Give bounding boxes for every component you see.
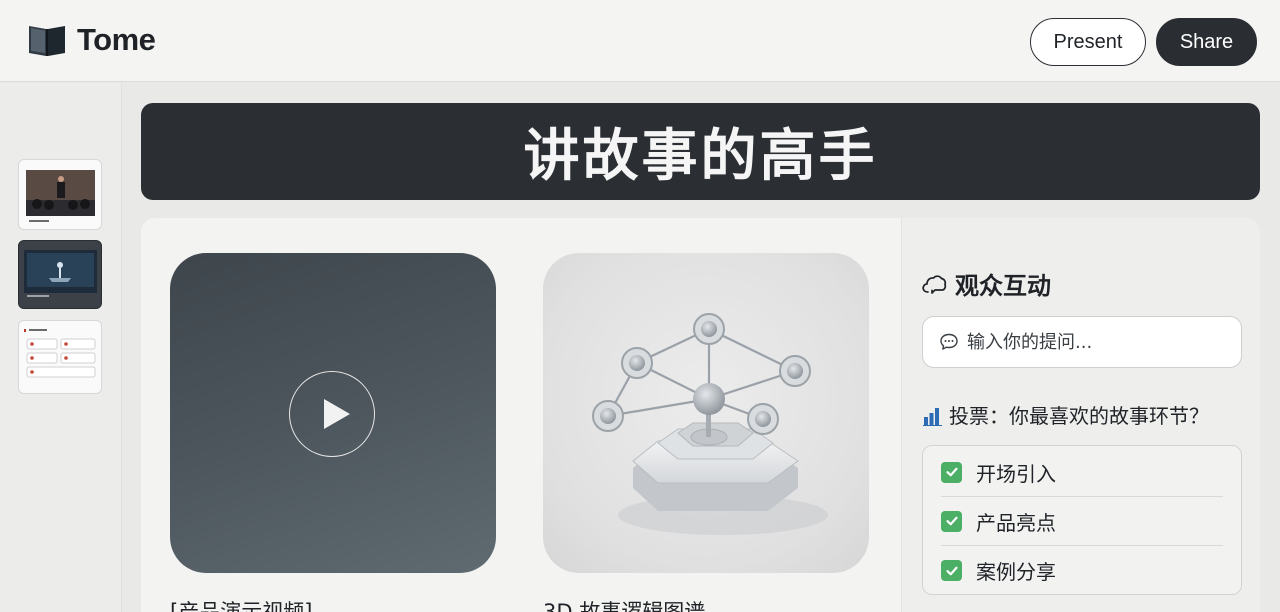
poll-option-3[interactable]: 案例分享 (941, 546, 1223, 595)
slide-thumbnail-3[interactable] (18, 320, 102, 394)
product-demo-video[interactable] (170, 253, 496, 573)
checkbox-checked-icon[interactable] (941, 560, 962, 581)
poll-option-1[interactable]: 开场引入 (941, 448, 1223, 497)
play-icon (324, 399, 350, 429)
chat-bubble-icon (940, 333, 958, 350)
story-logic-3d-graph[interactable] (543, 253, 869, 573)
bar-chart-icon (923, 407, 942, 426)
poll-options: 开场引入 产品亮点 案例分享 (922, 445, 1242, 595)
share-button[interactable]: Share (1156, 18, 1257, 66)
slide-thumbnail-rail[interactable] (0, 83, 122, 612)
stage-presentation-icon (24, 250, 97, 297)
play-button[interactable] (289, 371, 375, 457)
checkbox-checked-icon[interactable] (941, 461, 962, 483)
slide-content: [产品演示视频] 3D 故事逻辑图谱 观众互动 输入你的提问... 投票：你最喜… (141, 218, 1260, 612)
audience-interaction-panel: 观众互动 投票：你最喜欢的故事环节？ (901, 218, 1260, 612)
poll-option-label: 案例分享 (976, 560, 1056, 584)
poll-header: 投票：你最喜欢的故事环节？ (923, 400, 1209, 429)
interaction-header: 观众互动 (921, 266, 1051, 301)
question-input-box[interactable] (922, 316, 1242, 368)
brand[interactable]: Tome (27, 22, 156, 58)
cloud-icon (922, 274, 947, 294)
open-book-icon (29, 26, 65, 56)
slide-thumbnail-2[interactable] (18, 240, 102, 309)
speaker-stage-icon (26, 170, 95, 222)
checkbox-checked-icon[interactable] (941, 510, 962, 532)
top-bar: Tome Present Share (0, 0, 1280, 82)
interaction-title: 观众互动 (955, 272, 1051, 300)
poll-layout-icon (24, 329, 96, 378)
video-caption: [产品演示视频] (170, 600, 313, 612)
poll-option-label: 开场引入 (976, 461, 1056, 486)
slide-title: 讲故事的高手 (523, 124, 878, 189)
poll-option-label: 产品亮点 (976, 510, 1056, 535)
slide-title-banner: 讲故事的高手 (141, 103, 1260, 200)
present-button[interactable]: Present (1030, 18, 1146, 66)
network-graph-icon (592, 313, 828, 535)
app-name: Tome (77, 22, 156, 57)
poll-question: 投票：你最喜欢的故事环节？ (949, 404, 1209, 428)
slide-thumbnail-1[interactable] (18, 159, 102, 230)
graph-caption: 3D 故事逻辑图谱 (543, 600, 706, 612)
question-input[interactable] (967, 331, 1227, 353)
poll-option-2[interactable]: 产品亮点 (941, 497, 1223, 546)
